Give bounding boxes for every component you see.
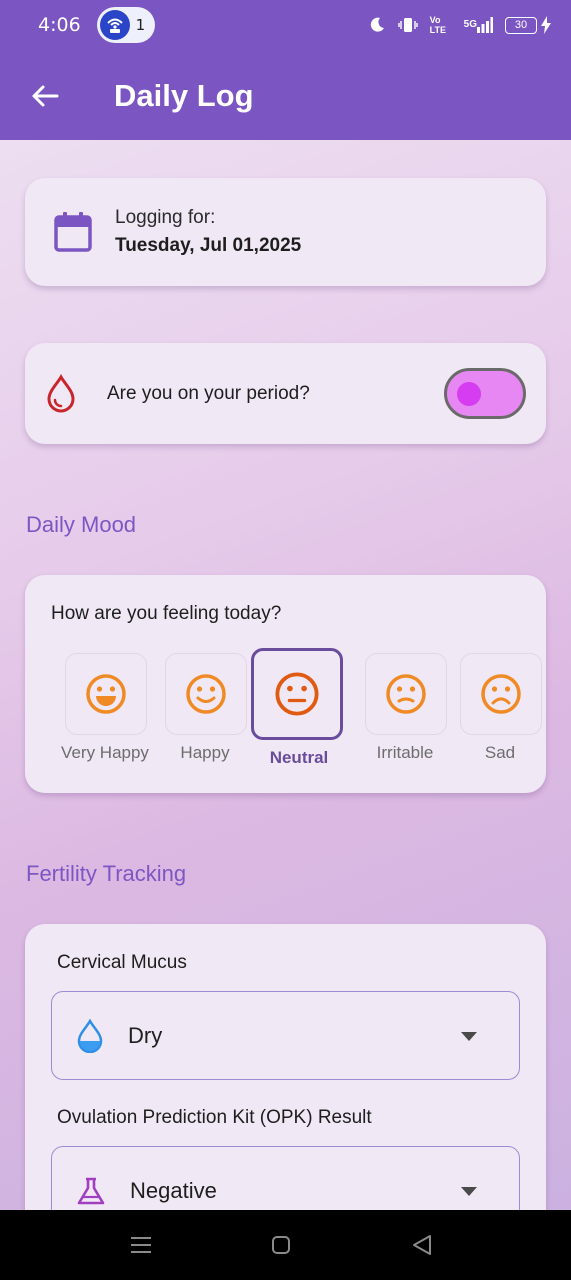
moon-icon	[370, 17, 384, 32]
dropdown-arrow-icon	[461, 1032, 477, 1041]
mood-options-list[interactable]: Very Happy Happy Neutral Irritable Sad	[57, 648, 545, 778]
back-button[interactable]	[20, 71, 70, 121]
fertility-section-title: Fertility Tracking	[26, 861, 187, 886]
neutral-face-icon	[275, 672, 319, 716]
app-header: 4:06 1 Vo LTE 5G 30 Daily Log	[0, 0, 571, 140]
mood-option-box	[65, 653, 147, 735]
period-question: Are you on your period?	[107, 382, 310, 404]
mood-label: Happy	[180, 743, 230, 762]
water-drop-icon	[77, 1018, 103, 1053]
mood-card: How are you feeling today? Very Happy Ha…	[25, 575, 546, 793]
cervical-mucus-value: Dry	[128, 1022, 163, 1048]
status-bar: 4:06 1 Vo LTE 5G 30	[0, 0, 571, 50]
network-type: 5G	[463, 19, 477, 30]
back-nav-button[interactable]	[409, 1232, 435, 1258]
signal-icon	[477, 17, 493, 33]
mood-question: How are you feeling today?	[51, 603, 282, 624]
opk-value: Negative	[130, 1177, 217, 1203]
opk-label: Ovulation Prediction Kit (OPK) Result	[57, 1107, 372, 1128]
fertility-card: Cervical Mucus Dry Ovulation Prediction …	[25, 924, 546, 1254]
toggle-knob	[457, 382, 481, 406]
mood-option-box	[460, 653, 542, 735]
hotspot-icon	[99, 10, 130, 40]
mood-label: Very Happy	[61, 743, 149, 762]
status-icons: Vo LTE 5G 30	[368, 15, 551, 35]
mood-label-selected: Neutral	[269, 748, 329, 767]
home-nav-button[interactable]	[268, 1232, 294, 1258]
date-card[interactable]: Logging for: Tuesday, Jul 01,2025	[25, 178, 546, 286]
arrow-left-icon	[32, 85, 59, 107]
menu-icon	[131, 1237, 151, 1253]
period-card: Are you on your period?	[25, 343, 546, 444]
date-label: Logging for:	[115, 207, 216, 228]
blood-drop-icon	[47, 373, 75, 412]
volte-indicator: Vo LTE	[429, 15, 446, 35]
mood-section-title: Daily Mood	[26, 512, 137, 537]
charging-icon	[541, 16, 551, 34]
calendar-icon	[54, 212, 92, 252]
mood-label: Sad	[484, 743, 516, 762]
date-value: Tuesday, Jul 01,2025	[115, 235, 302, 256]
mood-option-box-selected	[251, 648, 343, 740]
mood-label: Irritable	[376, 743, 434, 762]
very-happy-face-icon	[86, 674, 126, 714]
menu-nav-button[interactable]	[128, 1232, 154, 1258]
system-navigation-bar	[0, 1210, 571, 1280]
date-text-group: Logging for: Tuesday, Jul 01,2025	[115, 207, 301, 257]
hotspot-indicator: 1	[96, 7, 155, 43]
triangle-back-icon	[413, 1235, 431, 1255]
page-title: Daily Log	[114, 78, 254, 113]
dropdown-arrow-icon	[461, 1187, 477, 1196]
happy-face-icon	[186, 674, 226, 714]
cervical-mucus-dropdown[interactable]: Dry	[51, 991, 520, 1080]
flask-icon	[77, 1177, 105, 1204]
app-bar: Daily Log	[0, 60, 571, 132]
mood-option-box	[165, 653, 247, 735]
period-toggle[interactable]	[444, 368, 526, 419]
battery-icon: 30	[505, 16, 537, 34]
sad-face-icon	[481, 674, 521, 714]
hotspot-count: 1	[135, 16, 146, 34]
vibrate-icon	[397, 18, 418, 32]
cervical-mucus-label: Cervical Mucus	[57, 952, 187, 973]
mood-option-box	[365, 653, 447, 735]
home-square-icon	[272, 1236, 290, 1254]
status-time: 4:06	[38, 14, 81, 36]
irritable-face-icon	[386, 674, 426, 714]
